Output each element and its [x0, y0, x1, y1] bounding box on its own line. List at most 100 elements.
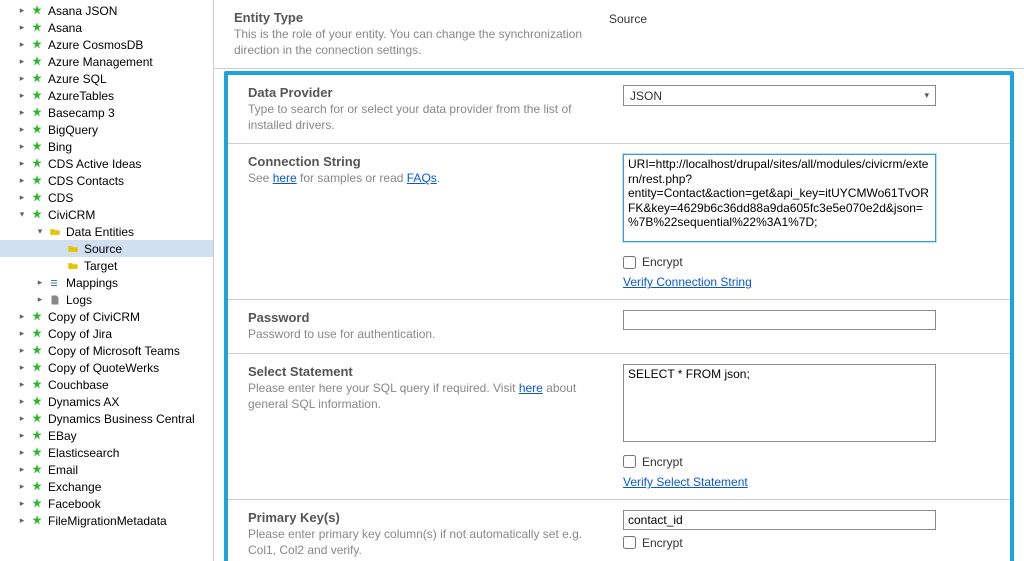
tree-item-logs[interactable]: ▸Logs — [0, 291, 213, 308]
expander-closed-icon[interactable]: ▸ — [16, 430, 28, 442]
expander-open-icon[interactable]: ▾ — [34, 226, 46, 238]
verify-select-statement-link[interactable]: Verify Select Statement — [623, 475, 748, 489]
tree-item-label: Dynamics Business Central — [48, 412, 195, 426]
expander-closed-icon[interactable]: ▸ — [16, 447, 28, 459]
expander-closed-icon[interactable]: ▸ — [16, 158, 28, 170]
connection-icon — [30, 191, 44, 205]
expander-closed-icon[interactable]: ▸ — [16, 22, 28, 34]
tree-item-label: Data Entities — [66, 225, 134, 239]
tree-item-copy-of-civicrm[interactable]: ▸Copy of CiviCRM — [0, 308, 213, 325]
select-statement-encrypt-checkbox[interactable] — [623, 455, 636, 468]
expander-closed-icon[interactable]: ▸ — [16, 311, 28, 323]
expander-closed-icon[interactable]: ▸ — [16, 39, 28, 51]
expander-closed-icon[interactable]: ▸ — [16, 107, 28, 119]
tree-item-azure-cosmosdb[interactable]: ▸Azure CosmosDB — [0, 36, 213, 53]
tree-item-target[interactable]: Target — [0, 257, 213, 274]
entity-type-value: Source — [609, 10, 950, 26]
section-entity-type: Entity Type This is the role of your ent… — [214, 0, 1024, 69]
connection-icon — [30, 480, 44, 494]
connection-string-encrypt-checkbox[interactable] — [623, 256, 636, 269]
tree-item-bing[interactable]: ▸Bing — [0, 138, 213, 155]
connection-icon — [30, 344, 44, 358]
tree-item-azuretables[interactable]: ▸AzureTables — [0, 87, 213, 104]
expander-closed-icon[interactable]: ▸ — [16, 481, 28, 493]
connection-icon — [30, 123, 44, 137]
expander-closed-icon[interactable]: ▸ — [16, 192, 28, 204]
expander-closed-icon[interactable]: ▸ — [16, 5, 28, 17]
connection-string-input[interactable] — [623, 154, 936, 242]
connection-string-here-link[interactable]: here — [273, 171, 297, 185]
tree-sidebar[interactable]: ▸Asana JSON▸Asana▸Azure CosmosDB▸Azure M… — [0, 0, 214, 561]
expander-closed-icon[interactable]: ▸ — [16, 362, 28, 374]
tree-item-copy-of-jira[interactable]: ▸Copy of Jira — [0, 325, 213, 342]
tree-item-email[interactable]: ▸Email — [0, 461, 213, 478]
data-provider-dropdown[interactable]: JSON ▾ — [623, 85, 936, 106]
expander-closed-icon[interactable]: ▸ — [16, 464, 28, 476]
tree-item-bigquery[interactable]: ▸BigQuery — [0, 121, 213, 138]
expander-closed-icon[interactable]: ▸ — [16, 141, 28, 153]
password-input[interactable] — [623, 310, 936, 330]
primary-keys-desc: Please enter primary key column(s) if no… — [248, 527, 613, 558]
verify-connection-string-link[interactable]: Verify Connection String — [623, 275, 752, 289]
expander-closed-icon[interactable]: ▸ — [16, 515, 28, 527]
tree-item-dynamics-ax[interactable]: ▸ Dynamics AX — [0, 393, 213, 410]
tree-item-couchbase[interactable]: ▸Couchbase — [0, 376, 213, 393]
expander-closed-icon[interactable]: ▸ — [16, 413, 28, 425]
tree-item-label: Azure SQL — [48, 72, 107, 86]
tree-item-cds[interactable]: ▸CDS — [0, 189, 213, 206]
mappings-icon — [48, 276, 62, 290]
connection-icon — [30, 310, 44, 324]
tree-item-cds-contacts[interactable]: ▸CDS Contacts — [0, 172, 213, 189]
expander-closed-icon[interactable]: ▸ — [16, 379, 28, 391]
tree-item-azure-management[interactable]: ▸Azure Management — [0, 53, 213, 70]
connection-string-faqs-link[interactable]: FAQs — [407, 171, 437, 185]
select-statement-here-link[interactable]: here — [519, 381, 543, 395]
tree-item-dynamics-business-central[interactable]: ▸ Dynamics Business Central — [0, 410, 213, 427]
expander-closed-icon[interactable]: ▸ — [34, 294, 46, 306]
tree-item-asana-json[interactable]: ▸Asana JSON — [0, 2, 213, 19]
expander-closed-icon[interactable]: ▸ — [16, 124, 28, 136]
tree-item-ebay[interactable]: ▸ EBay — [0, 427, 213, 444]
tree-item-source[interactable]: Source — [0, 240, 213, 257]
tree-item-azure-sql[interactable]: ▸ Azure SQL — [0, 70, 213, 87]
expander-closed-icon[interactable]: ▸ — [16, 73, 28, 85]
tree-item-label: EBay — [48, 429, 77, 443]
tree-item-copy-of-quotewerks[interactable]: ▸Copy of QuoteWerks — [0, 359, 213, 376]
tree-item-label: Source — [84, 242, 122, 256]
connection-icon — [30, 140, 44, 154]
tree-item-cds-active-ideas[interactable]: ▸CDS Active Ideas — [0, 155, 213, 172]
section-data-provider: Data Provider Type to search for or sele… — [228, 75, 1010, 144]
select-statement-desc: Please enter here your SQL query if requ… — [248, 381, 613, 412]
expander-closed-icon[interactable]: ▸ — [16, 396, 28, 408]
tree-item-data-entities[interactable]: ▾ Data Entities — [0, 223, 213, 240]
connection-icon — [30, 38, 44, 52]
expander-closed-icon[interactable]: ▸ — [16, 175, 28, 187]
primary-keys-encrypt-checkbox[interactable] — [623, 536, 636, 549]
tree-item-label: CiviCRM — [48, 208, 95, 222]
expander-closed-icon[interactable]: ▸ — [16, 498, 28, 510]
connection-icon — [30, 72, 44, 86]
connection-icon — [30, 514, 44, 528]
primary-keys-input[interactable] — [623, 510, 936, 530]
expander-closed-icon[interactable]: ▸ — [16, 345, 28, 357]
tree-item-label: Target — [84, 259, 117, 273]
tree-item-civicrm[interactable]: ▾ CiviCRM — [0, 206, 213, 223]
expander-closed-icon[interactable]: ▸ — [16, 56, 28, 68]
expander-closed-icon[interactable]: ▸ — [16, 90, 28, 102]
tree-item-exchange[interactable]: ▸Exchange — [0, 478, 213, 495]
tree-item-basecamp-3[interactable]: ▸Basecamp 3 — [0, 104, 213, 121]
tree-item-label: Dynamics AX — [48, 395, 119, 409]
password-title: Password — [248, 310, 613, 325]
tree-item-copy-of-microsoft-teams[interactable]: ▸Copy of Microsoft Teams — [0, 342, 213, 359]
connection-icon — [30, 361, 44, 375]
tree-item-asana[interactable]: ▸Asana — [0, 19, 213, 36]
tree-item-filemigrationmetadata[interactable]: ▸FileMigrationMetadata — [0, 512, 213, 529]
expander-open-icon[interactable]: ▾ — [16, 209, 28, 221]
expander-closed-icon[interactable]: ▸ — [34, 277, 46, 289]
connection-icon — [30, 395, 44, 409]
tree-item-mappings[interactable]: ▸Mappings — [0, 274, 213, 291]
select-statement-input[interactable] — [623, 364, 936, 442]
tree-item-elasticsearch[interactable]: ▸Elasticsearch — [0, 444, 213, 461]
tree-item-facebook[interactable]: ▸Facebook — [0, 495, 213, 512]
expander-closed-icon[interactable]: ▸ — [16, 328, 28, 340]
